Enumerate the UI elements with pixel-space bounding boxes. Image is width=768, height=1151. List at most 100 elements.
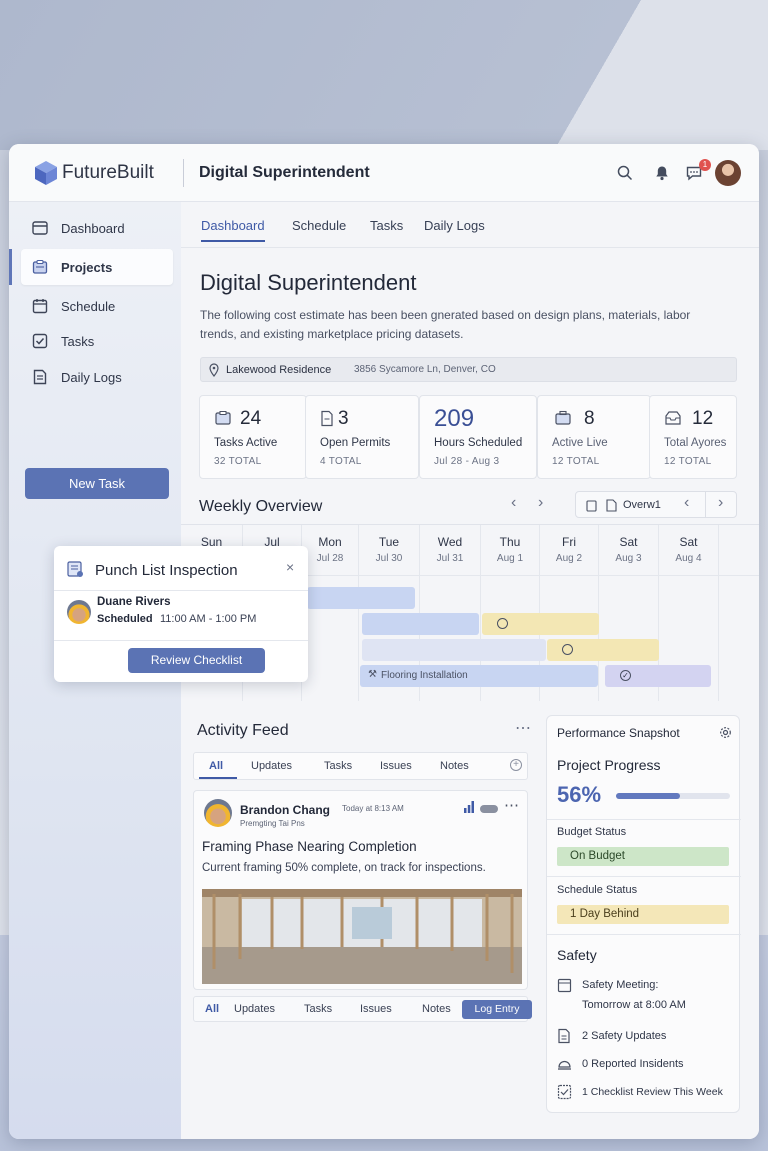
sidebar-item-dashboard[interactable]: Dashboard bbox=[21, 210, 173, 246]
popup-time: 11:00 AM - 1:00 PM bbox=[160, 613, 257, 625]
stat-sub: 12 TOTAL bbox=[552, 456, 600, 467]
page-title: Digital Superintendent bbox=[200, 270, 417, 295]
feed-tab-updates[interactable]: Updates bbox=[251, 760, 292, 772]
performance-snapshot: Performance Snapshot Project Progress 56… bbox=[546, 715, 741, 1113]
sidebar-item-label: Schedule bbox=[61, 298, 116, 314]
view-next-icon[interactable]: › bbox=[718, 494, 723, 512]
avatar bbox=[204, 799, 232, 827]
day-date: Aug 4 bbox=[675, 553, 702, 564]
divider bbox=[54, 590, 308, 591]
stat-card-total[interactable]: 12 Total Ayores 12 TOTAL bbox=[649, 395, 737, 479]
stat-card-tasks[interactable]: 24 Tasks Active 32 TOTAL bbox=[199, 395, 307, 479]
bottom-tab-tasks[interactable]: Tasks bbox=[304, 1003, 332, 1015]
search-icon[interactable] bbox=[616, 164, 634, 182]
stat-value: 12 bbox=[692, 408, 714, 429]
stat-card-hours[interactable]: 209 Hours Scheduled Jul 28 - Aug 3 bbox=[419, 395, 537, 479]
punch-list-popup: Punch List Inspection × Duane Rivers Sch… bbox=[54, 546, 308, 682]
safety-item: Safety Meeting: bbox=[582, 979, 659, 991]
popup-title: Punch List Inspection bbox=[95, 562, 238, 579]
bottom-tab-issues[interactable]: Issues bbox=[360, 1003, 392, 1015]
stat-sub: 4 TOTAL bbox=[320, 456, 362, 467]
bottom-tab-updates[interactable]: Updates bbox=[234, 1003, 275, 1015]
sidebar-item-daily-logs[interactable]: Daily Logs bbox=[21, 359, 173, 395]
schedule-bar[interactable] bbox=[547, 639, 659, 661]
sidebar-item-label: Tasks bbox=[61, 333, 95, 349]
brand-name: FutureBuilt bbox=[62, 162, 154, 183]
day-date: Aug 3 bbox=[615, 553, 642, 564]
safety-item: 0 Reported Insidents bbox=[582, 1058, 684, 1070]
location-name: Lakewood Residence bbox=[226, 364, 332, 376]
calendar-icon bbox=[557, 978, 572, 993]
day-date: Jul 28 bbox=[316, 553, 344, 564]
new-task-button[interactable]: New Task bbox=[25, 468, 169, 499]
close-icon[interactable]: × bbox=[286, 559, 294, 575]
projects-icon bbox=[32, 259, 48, 274]
dashboard-icon bbox=[32, 221, 48, 235]
logo-icon bbox=[35, 161, 57, 185]
sidebar-item-projects[interactable]: Projects bbox=[9, 249, 173, 285]
check-circle-icon: ✓ bbox=[620, 670, 631, 681]
schedule-bar[interactable] bbox=[307, 587, 415, 609]
bell-icon[interactable] bbox=[653, 164, 671, 182]
file-icon bbox=[606, 499, 617, 512]
avatar bbox=[67, 600, 91, 624]
divider bbox=[547, 819, 741, 820]
view-prev-icon[interactable]: ‹ bbox=[684, 494, 689, 512]
stat-card-active-live[interactable]: 8 Active Live 12 TOTAL bbox=[537, 395, 651, 479]
feed-tab-issues[interactable]: Issues bbox=[380, 760, 412, 772]
post-body: Current framing 50% complete, on track f… bbox=[202, 862, 486, 874]
day-column: Mon Jul 28 bbox=[302, 525, 359, 701]
sidebar-item-tasks[interactable]: Tasks bbox=[21, 323, 173, 359]
sidebar-item-schedule[interactable]: Schedule bbox=[21, 288, 173, 324]
stat-card-permits[interactable]: 3 Open Permits 4 TOTAL bbox=[305, 395, 419, 479]
day-name: Mon bbox=[318, 535, 342, 549]
feed-tab-notes[interactable]: Notes bbox=[440, 760, 469, 772]
feed-tab-tasks[interactable]: Tasks bbox=[324, 760, 352, 772]
stat-sub: 32 TOTAL bbox=[214, 456, 262, 467]
tab-dashboard[interactable]: Dashboard bbox=[201, 218, 265, 242]
review-checklist-button[interactable]: Review Checklist bbox=[128, 648, 265, 673]
schedule-bar[interactable] bbox=[482, 613, 599, 635]
day-name: Sat bbox=[679, 535, 698, 549]
schedule-bar[interactable] bbox=[362, 639, 546, 661]
construction-photo bbox=[202, 889, 522, 984]
location-bar: Lakewood Residence 3856 Sycamore Ln, Den… bbox=[200, 357, 737, 382]
sidebar-item-label: Daily Logs bbox=[61, 369, 122, 385]
schedule-bar[interactable] bbox=[362, 613, 479, 635]
toggle-switch[interactable] bbox=[480, 805, 498, 813]
bottom-tab-all[interactable]: All bbox=[205, 1003, 219, 1015]
location-pin-icon bbox=[209, 363, 219, 377]
safety-item: 2 Safety Updates bbox=[582, 1030, 667, 1042]
bottom-tab-notes[interactable]: Notes bbox=[422, 1003, 451, 1015]
checklist-icon bbox=[557, 1084, 572, 1100]
flooring-installation-bar[interactable]: ⚒ Flooring Installation bbox=[360, 665, 598, 687]
post-headline: Framing Phase Nearing Completion bbox=[202, 839, 417, 854]
divider bbox=[547, 876, 741, 877]
background-top bbox=[0, 0, 768, 150]
day-name: Sat bbox=[619, 535, 638, 549]
stat-label: Total Ayores bbox=[664, 437, 727, 449]
feed-tab-all[interactable]: All bbox=[209, 760, 223, 772]
schedule-bar[interactable]: ✓ bbox=[605, 665, 711, 687]
more-options-icon[interactable]: ⋯ bbox=[515, 718, 531, 738]
tab-tasks[interactable]: Tasks bbox=[370, 218, 403, 233]
tab-schedule[interactable]: Schedule bbox=[292, 218, 346, 233]
safety-item: 1 Checklist Review This Week bbox=[582, 1086, 723, 1098]
bar-label: Flooring Installation bbox=[381, 670, 468, 681]
hammer-icon: ⚒ bbox=[368, 669, 377, 680]
view-selector[interactable]: Overw1 ‹ › bbox=[575, 491, 737, 518]
chevron-right-icon[interactable]: › bbox=[538, 494, 543, 512]
budget-status-badge: On Budget bbox=[557, 847, 729, 866]
tab-daily-logs[interactable]: Daily Logs bbox=[424, 218, 485, 233]
stat-sub: Jul 28 - Aug 3 bbox=[434, 456, 500, 467]
chevron-left-icon[interactable]: ‹ bbox=[511, 494, 516, 512]
more-options-icon[interactable]: ⋯ bbox=[504, 796, 519, 814]
user-avatar[interactable] bbox=[715, 160, 741, 186]
day-name: Tue bbox=[378, 535, 400, 549]
feed-tabs: All Updates Tasks Issues Notes + bbox=[193, 752, 528, 780]
status-circle-icon bbox=[562, 644, 573, 655]
add-icon[interactable]: + bbox=[510, 759, 522, 771]
log-entry-button[interactable]: Log Entry bbox=[462, 1000, 532, 1019]
activity-feed-title: Activity Feed bbox=[197, 722, 289, 739]
gear-icon[interactable] bbox=[719, 726, 732, 739]
